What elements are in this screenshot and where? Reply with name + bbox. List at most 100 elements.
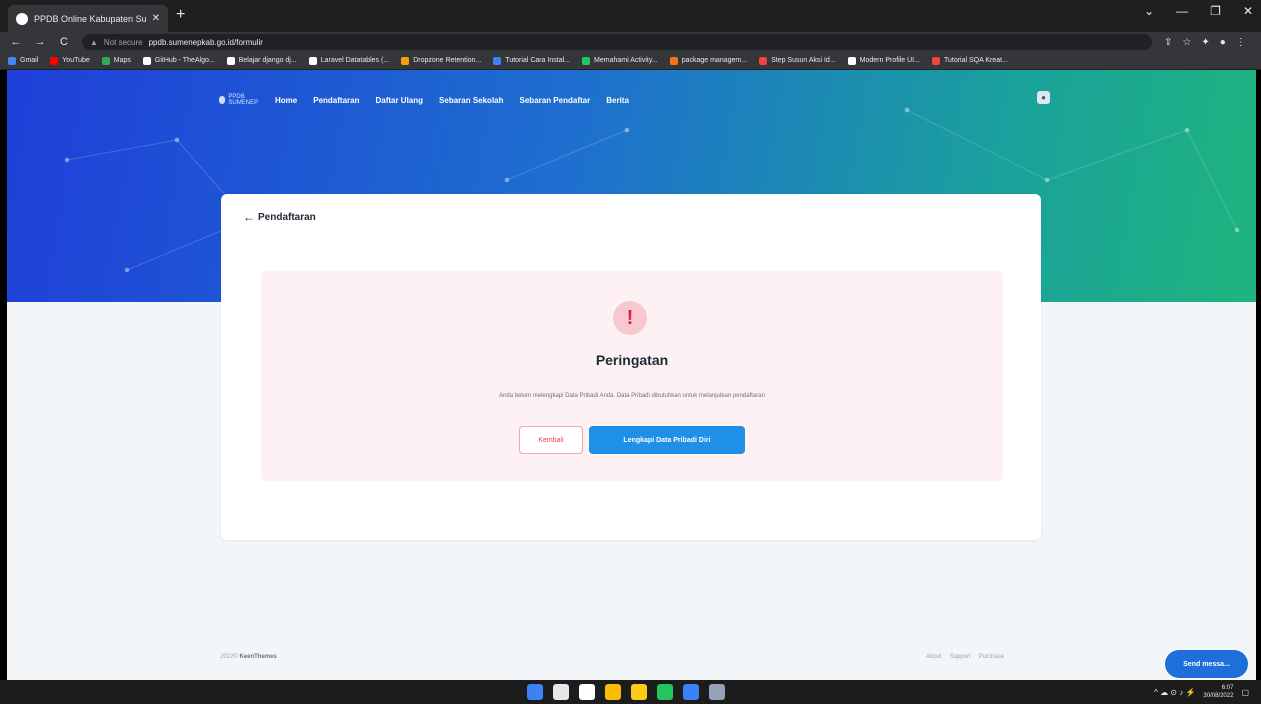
bookmark-item[interactable]: YouTube <box>50 56 90 65</box>
logo-mark-icon <box>219 96 226 104</box>
clock[interactable]: 6:07 30/08/2022 <box>1203 684 1233 700</box>
footer-brand[interactable]: KeenThemes <box>239 654 276 660</box>
bookmark-icon <box>759 56 768 65</box>
bookmark-item[interactable]: Gmail <box>8 56 39 65</box>
bookmark-icon <box>50 56 59 65</box>
bookmark-label: Laravel Datatables (... <box>320 57 390 64</box>
bookmark-item[interactable]: Maps <box>101 56 131 65</box>
user-avatar[interactable]: ● <box>1037 91 1050 104</box>
bookmark-icon <box>308 56 317 65</box>
bookmark-icon <box>847 56 856 65</box>
whatsapp-icon[interactable] <box>657 684 673 700</box>
bookmark-item[interactable]: Tutorial SQA Kreat... <box>931 56 1008 65</box>
bookmark-icon <box>101 56 110 65</box>
back-arrow-icon[interactable]: ← <box>243 210 255 224</box>
notification-icon[interactable]: ▢ <box>1241 688 1249 697</box>
extensions-area: ⇪ ☆ ✦ ● ⋮ <box>1164 37 1246 48</box>
card-title: Pendaftaran <box>258 211 316 223</box>
bookmark-item[interactable]: Tutorial Cara Instal... <box>493 56 571 65</box>
complete-profile-button[interactable]: Lengkapi Data Pribadi Diri <box>589 426 745 454</box>
bookmark-icon <box>8 56 16 65</box>
tray-icons[interactable]: ^ ☁ ⊙ ♪ ⚡ <box>1154 688 1195 697</box>
bookmark-label: Gmail <box>20 57 39 64</box>
nav-sebaran-sekolah[interactable]: Sebaran Sekolah <box>439 96 503 105</box>
bookmark-icon <box>493 56 502 65</box>
minimize-button[interactable]: — <box>1176 4 1188 18</box>
bookmark-label: package managem... <box>681 57 748 64</box>
bookmark-item[interactable]: Laravel Datatables (... <box>308 56 390 65</box>
close-window-button[interactable]: ✕ <box>1243 4 1253 18</box>
address-url: ppdb.sumenepkab.go.id/formulir <box>148 37 263 47</box>
profile-icon[interactable]: ● <box>1220 37 1226 48</box>
registration-card: ← Pendaftaran ! Peringatan Anda belum me… <box>221 194 1041 540</box>
address-bar[interactable]: ▲ Not secure ppdb.sumenepkab.go.id/formu… <box>82 34 1152 50</box>
bookmark-icon <box>669 56 678 65</box>
browser-toolbar: ← → C ▲ Not secure ppdb.sumenepkab.go.id… <box>0 32 1261 52</box>
maximize-button[interactable]: ❐ <box>1210 4 1221 18</box>
chat-button[interactable]: Send messa... <box>1165 650 1248 678</box>
bookmark-label: Memahami Activity... <box>594 57 658 64</box>
taskbar-apps <box>527 684 725 700</box>
footer-links: About Support Purchase <box>926 654 1004 660</box>
task-view-icon[interactable] <box>579 684 595 700</box>
clock-date: 30/08/2022 <box>1203 693 1234 699</box>
logo-text: PPDB SUMENEP <box>228 94 259 106</box>
nav-berita[interactable]: Berita <box>606 96 629 105</box>
bookmark-item[interactable]: Modern Profile UI... <box>847 56 920 65</box>
back-button-kembali[interactable]: Kembali <box>519 426 583 454</box>
bookmark-label: Modern Profile UI... <box>859 57 920 64</box>
search-icon[interactable] <box>553 684 569 700</box>
copyright-year: 2022© <box>220 654 238 660</box>
bookmark-item[interactable]: Memahami Activity... <box>582 56 658 65</box>
chrome-icon[interactable] <box>605 684 621 700</box>
reload-button[interactable]: C <box>58 36 70 48</box>
site-logo[interactable]: PPDB SUMENEP <box>219 94 259 106</box>
footer-link-purchase[interactable]: Purchase <box>979 654 1004 660</box>
nav-sebaran-pendaftar[interactable]: Sebaran Pendaftar <box>520 96 591 105</box>
nav-pendaftaran[interactable]: Pendaftaran <box>313 96 359 105</box>
bookmark-label: Dropzone Retention... <box>413 57 482 64</box>
bookmarks-bar: Gmail YouTube Maps GitHub - TheAlgo... Belaj… <box>0 52 1261 70</box>
screen: PPDB Online Kabupaten Sumen... ✕ + ⌄ — ❐… <box>0 0 1261 704</box>
forward-button[interactable]: → <box>34 36 46 48</box>
site-favicon-icon <box>16 12 28 25</box>
tab-close-icon[interactable]: ✕ <box>152 13 160 24</box>
extension-icon[interactable]: ✦ <box>1201 37 1209 48</box>
warning-alert: ! Peringatan Anda belum melengkapi Data … <box>261 271 1003 481</box>
bookmark-icon <box>401 56 410 65</box>
menu-icon[interactable]: ⋮ <box>1236 37 1246 48</box>
bookmark-label: Step Susun Aksi Id... <box>771 57 836 64</box>
browser-tab[interactable]: PPDB Online Kabupaten Sumen... ✕ <box>8 5 168 32</box>
file-explorer-icon[interactable] <box>631 684 647 700</box>
bookmark-item[interactable]: Step Susun Aksi Id... <box>759 56 836 65</box>
footer-link-support[interactable]: Support <box>950 654 971 660</box>
tab-title: PPDB Online Kabupaten Sumen... <box>34 13 146 24</box>
nav-daftar-ulang[interactable]: Daftar Ulang <box>375 96 423 105</box>
bookmark-item[interactable]: GitHub - TheAlgo... <box>142 56 215 65</box>
bookmark-item[interactable]: package managem... <box>669 56 748 65</box>
footer-copyright: 2022© KeenThemes <box>220 654 277 660</box>
nav-home[interactable]: Home <box>275 96 297 105</box>
bookmark-icon <box>582 56 591 65</box>
star-icon[interactable]: ☆ <box>1182 37 1191 48</box>
bookmark-label: GitHub - TheAlgo... <box>154 57 215 64</box>
windows-icon[interactable] <box>527 684 543 700</box>
exclamation-icon: ! <box>613 301 647 335</box>
tab-search-icon[interactable]: ⌄ <box>1144 4 1154 18</box>
user-icon: ● <box>1041 93 1046 102</box>
app-icon[interactable] <box>709 684 725 700</box>
bookmark-icon <box>226 56 235 65</box>
share-icon[interactable]: ⇪ <box>1164 37 1172 48</box>
bookmark-label: Tutorial Cara Instal... <box>505 57 571 64</box>
new-tab-button[interactable]: + <box>176 6 185 24</box>
vscode-icon[interactable] <box>683 684 699 700</box>
footer-link-about[interactable]: About <box>926 654 942 660</box>
back-button[interactable]: ← <box>10 36 22 48</box>
card-header: ← Pendaftaran <box>243 210 316 224</box>
bookmark-label: Maps <box>113 57 131 64</box>
bookmark-item[interactable]: Belajar django dj... <box>226 56 297 65</box>
windows-taskbar: ^ ☁ ⊙ ♪ ⚡ 6:07 30/08/2022 ▢ <box>0 680 1261 704</box>
alert-message: Anda belum melengkapi Data Pribadi Anda.… <box>499 393 765 399</box>
bookmark-item[interactable]: Dropzone Retention... <box>401 56 482 65</box>
bookmark-icon <box>931 56 940 65</box>
